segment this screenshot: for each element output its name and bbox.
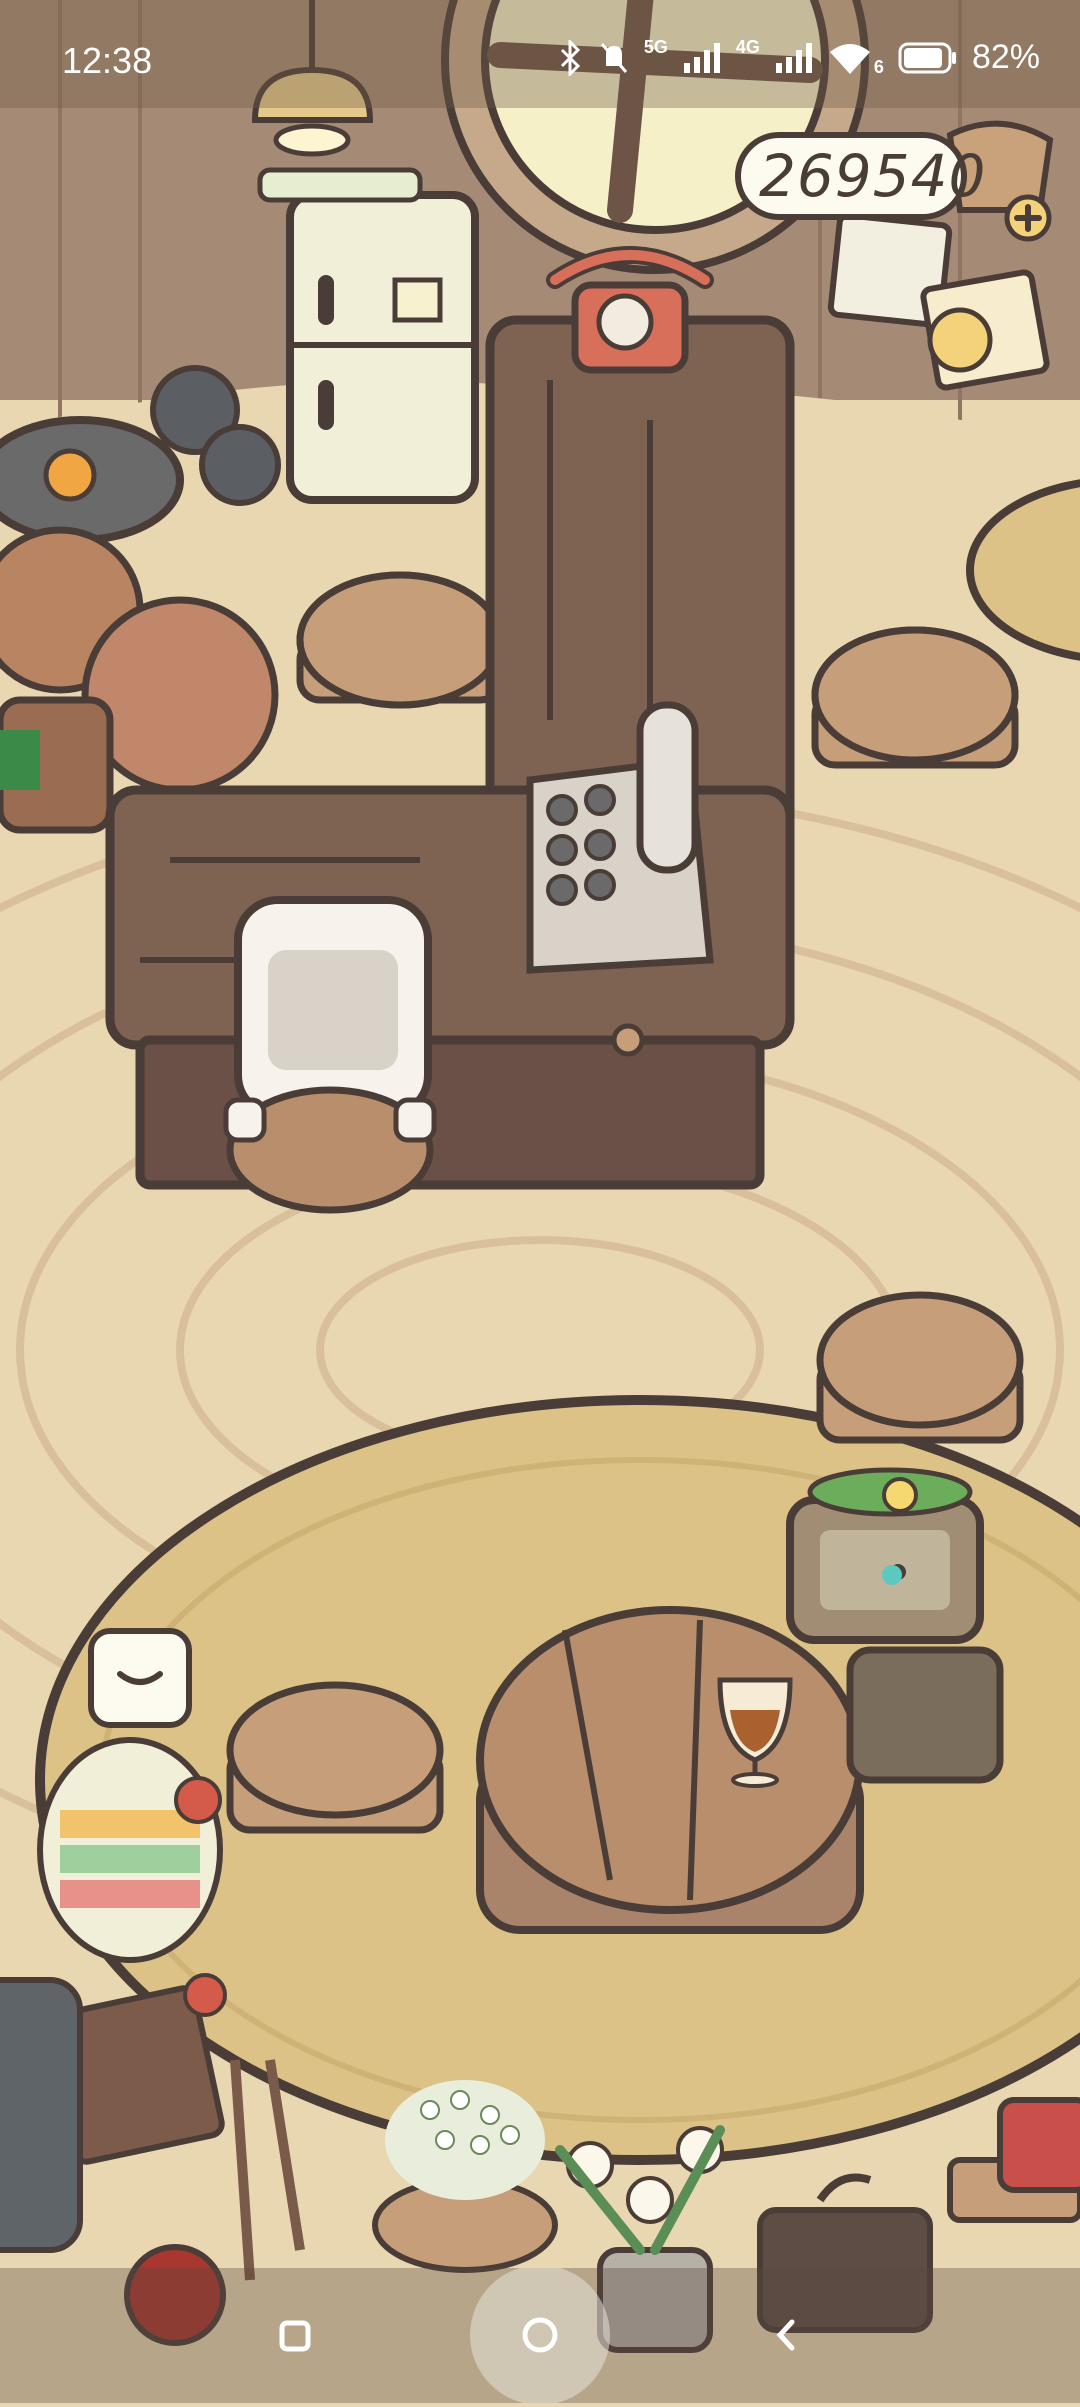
coin-value: 269540 — [759, 142, 987, 210]
status-time: 12:38 — [62, 40, 153, 81]
robot-barista — [223, 896, 437, 1214]
home-button[interactable] — [470, 2265, 610, 2405]
square-icon — [279, 2320, 311, 2352]
bell-muted-icon — [600, 42, 628, 73]
plus-icon[interactable] — [1003, 193, 1053, 243]
chevron-down-icon — [117, 1671, 163, 1685]
fridge — [257, 167, 479, 504]
stool — [816, 1291, 1024, 1444]
back-button[interactable] — [718, 2268, 853, 2403]
collapse-toolbar-button[interactable] — [88, 1628, 192, 1728]
chevron-left-icon — [776, 2319, 795, 2351]
circle-icon — [470, 2265, 610, 2405]
stool — [226, 1681, 444, 1834]
wifi-sub-label: 6 — [873, 57, 884, 77]
yarn-basket — [37, 1737, 223, 1963]
battery-percent: 82% — [971, 38, 1040, 76]
network-1-label: 5G — [643, 37, 668, 57]
cafe-scene — [0, 0, 1080, 2403]
status-icons: 5G 4G 6 82% — [558, 37, 1040, 77]
signal-icon — [683, 42, 720, 73]
recents-button[interactable] — [228, 2268, 363, 2403]
battery-icon — [898, 42, 956, 73]
network-2-label: 4G — [735, 37, 760, 57]
wifi-icon — [829, 43, 870, 74]
bluetooth-icon — [560, 39, 581, 76]
stool — [811, 626, 1019, 769]
coin-counter: 269540 — [735, 132, 985, 220]
flower-pot — [372, 2080, 558, 2273]
system-nav-bar — [0, 2265, 1080, 2405]
status-bar: 12:38 5G 4G 6 82% — [0, 0, 1080, 108]
round-table — [476, 1606, 864, 1934]
signal-icon — [775, 42, 812, 73]
trash-can — [0, 1977, 83, 2253]
stool — [296, 571, 504, 709]
